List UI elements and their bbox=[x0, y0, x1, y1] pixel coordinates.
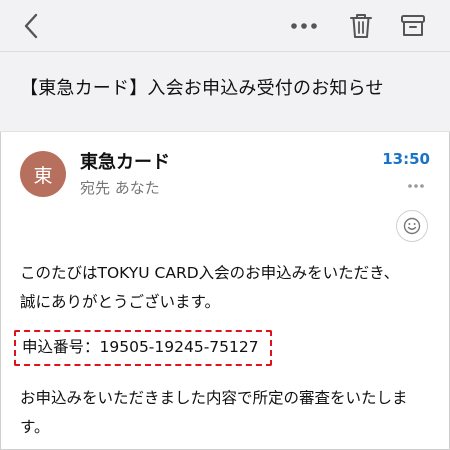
chevron-left-icon bbox=[24, 13, 38, 39]
more-options-button[interactable] bbox=[284, 10, 324, 42]
archive-icon bbox=[401, 15, 425, 36]
sender-name[interactable]: 東急カード bbox=[80, 148, 170, 174]
subject-header: 【東急カード】入会お申込み受付のお知らせ bbox=[0, 52, 450, 132]
body-line-4: す。 bbox=[20, 418, 50, 436]
avatar-letter: 東 bbox=[33, 164, 53, 187]
received-time: 13:50 bbox=[382, 150, 430, 168]
archive-button[interactable] bbox=[396, 8, 430, 44]
more-horizontal-icon bbox=[408, 184, 424, 188]
header-more-button[interactable] bbox=[401, 178, 431, 194]
body-line-1: このたびはTOKYU CARD入会のお申込みをいただき、 bbox=[20, 264, 400, 282]
mail-toolbar bbox=[0, 0, 450, 52]
recipient-line[interactable]: 宛先 あなた bbox=[80, 177, 160, 198]
body-line-3: お申込みをいただきました内容で所定の審査をいたしま bbox=[20, 389, 408, 407]
reaction-button[interactable] bbox=[396, 210, 428, 242]
application-number: 申込番号：19505-19245-75127 bbox=[22, 338, 259, 356]
trash-icon bbox=[350, 14, 372, 38]
more-horizontal-icon bbox=[291, 23, 317, 29]
delete-button[interactable] bbox=[344, 8, 378, 44]
sender-avatar[interactable]: 東 bbox=[20, 151, 66, 197]
email-subject: 【東急カード】入会お申込み受付のお知らせ bbox=[20, 78, 384, 99]
smiley-icon bbox=[403, 217, 421, 235]
body-line-2: 誠にありがとうございます。 bbox=[20, 293, 220, 311]
back-button[interactable] bbox=[14, 8, 48, 44]
